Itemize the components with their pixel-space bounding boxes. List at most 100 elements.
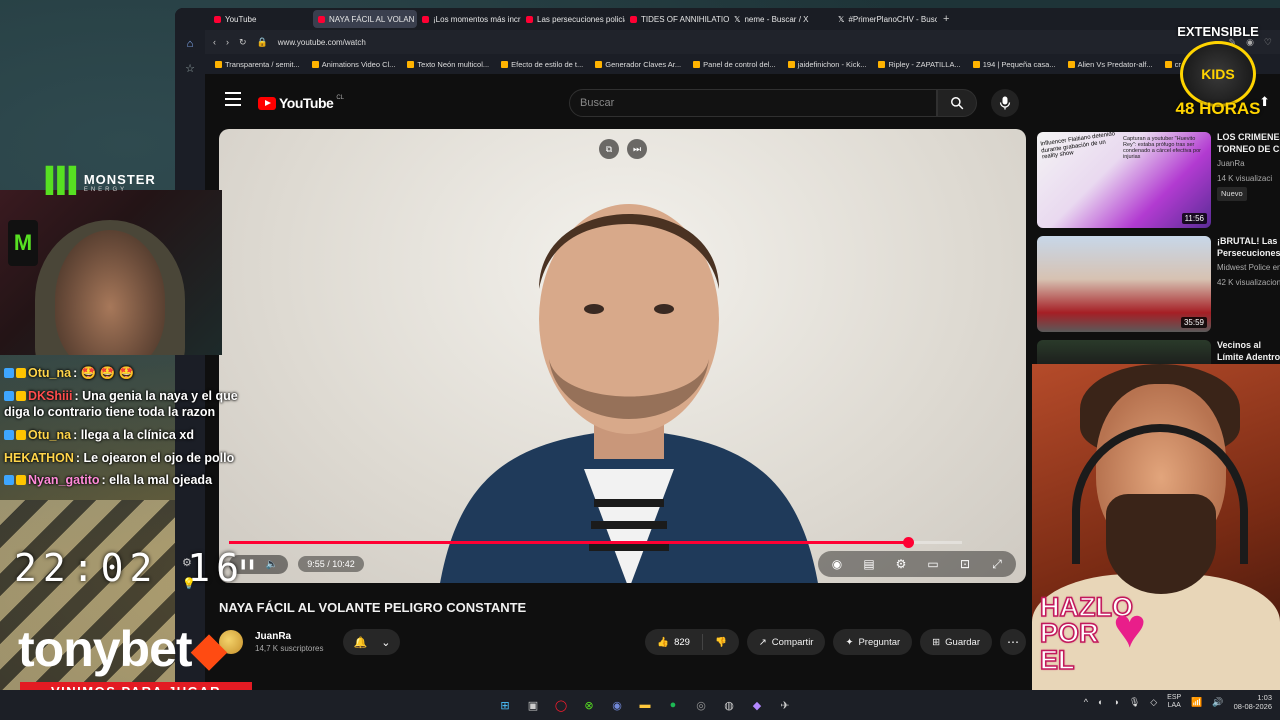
windows-start-icon[interactable]: ⊞ <box>495 695 515 715</box>
player-top-controls: ⧉ ⏭ <box>599 139 647 159</box>
search-icon <box>951 97 964 110</box>
volume-icon[interactable]: 🔈 <box>266 559 278 570</box>
bookmark-favicon-icon <box>407 60 415 68</box>
x-icon: 𝕏 <box>734 14 741 24</box>
chrome-icon[interactable]: ◍ <box>719 695 739 715</box>
fullscreen-icon[interactable]: ⤢ <box>986 553 1008 575</box>
progress-handle[interactable] <box>903 537 915 548</box>
progress-bar[interactable] <box>229 537 962 548</box>
task-view-icon[interactable]: ▣ <box>523 695 543 715</box>
youtube-logo[interactable]: YouTube CL <box>258 95 344 111</box>
tray-app-icon[interactable]: ◇ <box>1150 697 1157 708</box>
share-button[interactable]: ↗ Compartir <box>746 629 826 655</box>
mic-tray-icon[interactable]: 🎙 <box>1129 697 1140 708</box>
bookmark-favicon-icon <box>501 60 509 68</box>
monster-can-icon: M <box>8 220 38 266</box>
steam-icon[interactable]: ✈ <box>775 695 795 715</box>
folder-icon[interactable]: ▬ <box>635 695 655 715</box>
recommendation-title[interactable]: LOS CRIMENES TORNEO DE CE <box>1217 132 1280 155</box>
youtube-icon <box>630 15 637 23</box>
app-icon[interactable]: ◆ <box>747 695 767 715</box>
browser-tab[interactable]: Las persecuciones policial <box>521 10 625 28</box>
new-badge: Nuevo <box>1217 187 1247 201</box>
more-options-icon[interactable]: ⋯ <box>1000 629 1026 655</box>
save-icon: ⊞ <box>932 636 941 648</box>
bookmark-item[interactable]: Ripley - ZAPATILLA... <box>878 60 961 69</box>
discord-icon[interactable]: ◉ <box>607 695 627 715</box>
chat-username: DKShiii <box>28 388 73 403</box>
bookmark-item[interactable]: Transparenta / semit... <box>215 60 300 69</box>
share-icon: ↗ <box>758 636 767 648</box>
video-player[interactable]: ⧉ ⏭ ❚❚ 🔈 9:55 / 10:42 ◉ ▤ ⚙ ▭ ⊡ ⤢ <box>219 129 1026 583</box>
autoplay-icon[interactable]: ◉ <box>826 553 848 575</box>
bookmark-item[interactable]: Generador Claves Ar... <box>595 60 681 69</box>
subtitles-icon[interactable]: ▤ <box>858 553 880 575</box>
chat-username: Otu_na <box>28 427 72 442</box>
forward-icon[interactable]: › <box>226 37 229 47</box>
reload-icon[interactable]: ↻ <box>239 37 247 48</box>
ask-button[interactable]: ✦ Preguntar <box>833 629 913 655</box>
recommendation-thumbnail[interactable]: Influencer Flaitiano detenido durante gr… <box>1037 132 1211 228</box>
taskbar-clock[interactable]: 1:03 08-08-2026 <box>1234 693 1272 711</box>
save-button[interactable]: ⊞ Guardar <box>920 629 992 655</box>
notifications-button[interactable]: 🔔 ⌄ <box>343 629 401 655</box>
browser-tab[interactable]: 𝕏 #PrimerPlanoCHV - Busca <box>833 10 937 28</box>
bookmark-item[interactable]: jaidefinichon - Kick... <box>787 60 866 69</box>
channel-name[interactable]: JuanRa <box>255 631 323 642</box>
opera-icon[interactable]: ◯ <box>551 695 571 715</box>
recommendation-item[interactable]: Influencer Flaitiano detenido durante gr… <box>1037 132 1280 228</box>
bookmark-favicon-icon <box>972 60 980 68</box>
chat-message: Nyan_gatito: ella la mal ojeada <box>0 469 255 492</box>
tray-app-icon[interactable]: ◑ <box>1113 697 1118 707</box>
xbox-icon[interactable]: ⊗ <box>579 695 599 715</box>
tray-app-icon[interactable]: ◐ <box>1098 697 1103 707</box>
gear-icon: ⚙ <box>182 557 192 569</box>
recommendation-title[interactable]: ¡BRUTAL! Las Persecuciones <box>1217 236 1280 259</box>
settings-icon[interactable]: ⚙ <box>890 553 912 575</box>
back-icon[interactable]: ‹ <box>213 37 216 47</box>
recommendation-info: ¡BRUTAL! Las Persecuciones Midwest Polic… <box>1217 236 1280 332</box>
like-button[interactable]: 👍 829 <box>645 629 702 655</box>
bookmark-item[interactable]: Efecto de estilo de t... <box>501 60 583 69</box>
theater-icon[interactable]: ▭ <box>922 553 944 575</box>
browser-tab[interactable]: ¡Los momentos más incre <box>417 10 521 28</box>
language-indicator[interactable]: ESP LAA <box>1167 694 1181 711</box>
channel-subscribers: 14,7 K suscriptores <box>255 644 324 653</box>
voice-search-button[interactable] <box>991 89 1019 117</box>
bookmark-item[interactable]: Texto Neón multicol... <box>407 60 489 69</box>
dislike-button[interactable]: 👎 <box>703 629 739 655</box>
miniplayer-icon[interactable]: ⧉ <box>599 139 619 159</box>
obs-icon[interactable]: ◎ <box>691 695 711 715</box>
home-icon[interactable]: ⌂ <box>187 38 194 50</box>
casino-logo: tonybet⬥ <box>18 621 227 677</box>
url-field[interactable]: www.youtube.com/watch <box>278 38 1204 47</box>
recommendation-thumbnail[interactable]: 35:59 <box>1037 236 1211 332</box>
bookmark-item[interactable]: Animations Video Cl... <box>311 60 395 69</box>
menu-icon[interactable] <box>225 92 241 106</box>
volume-tray-icon[interactable]: 🔊 <box>1212 697 1223 708</box>
bookmark-item[interactable]: Alien Vs Predator-alf... <box>1067 60 1153 69</box>
cast-icon[interactable]: ⊡ <box>954 553 976 575</box>
next-icon[interactable]: ⏭ <box>627 139 647 159</box>
browser-tab[interactable]: 𝕏neme - Buscar / X <box>729 10 833 28</box>
search-button[interactable] <box>937 89 977 117</box>
spotify-icon[interactable]: ● <box>663 695 683 715</box>
recommendation-item[interactable]: 35:59 ¡BRUTAL! Las Persecuciones Midwest… <box>1037 236 1280 332</box>
browser-tab[interactable]: YouTube <box>209 10 313 28</box>
bookmark-icon[interactable]: ☆ <box>185 62 195 75</box>
browser-tab[interactable]: TIDES OF ANNIHILATION <box>625 10 729 28</box>
system-tray: ^ ◐ ◑ 🎙 ◇ ESP LAA 📶 🔊 1:03 08-08-2026 <box>1084 693 1272 711</box>
search-input[interactable] <box>580 97 936 109</box>
bookmark-item[interactable]: 194 | Pequeña casa... <box>972 60 1056 69</box>
chevron-up-icon[interactable]: ^ <box>1084 697 1088 707</box>
thumbs-up-icon: 👍 <box>657 636 670 648</box>
kids-hours: 48 HORAS <box>1175 99 1261 118</box>
wifi-icon[interactable]: 📶 <box>1191 697 1202 708</box>
bookmark-item[interactable]: Panel de control del... <box>693 60 776 69</box>
youtube-icon <box>318 15 325 23</box>
new-tab-icon[interactable]: + <box>943 13 949 25</box>
bulb-icon: 💡 <box>182 578 196 590</box>
video-title: NAYA FÁCIL AL VOLANTE PELIGRO CONSTANTE <box>219 600 527 615</box>
chat-badge-icon <box>16 429 26 440</box>
browser-tab[interactable]: NAYA FÁCIL AL VOLAN <box>313 10 417 28</box>
